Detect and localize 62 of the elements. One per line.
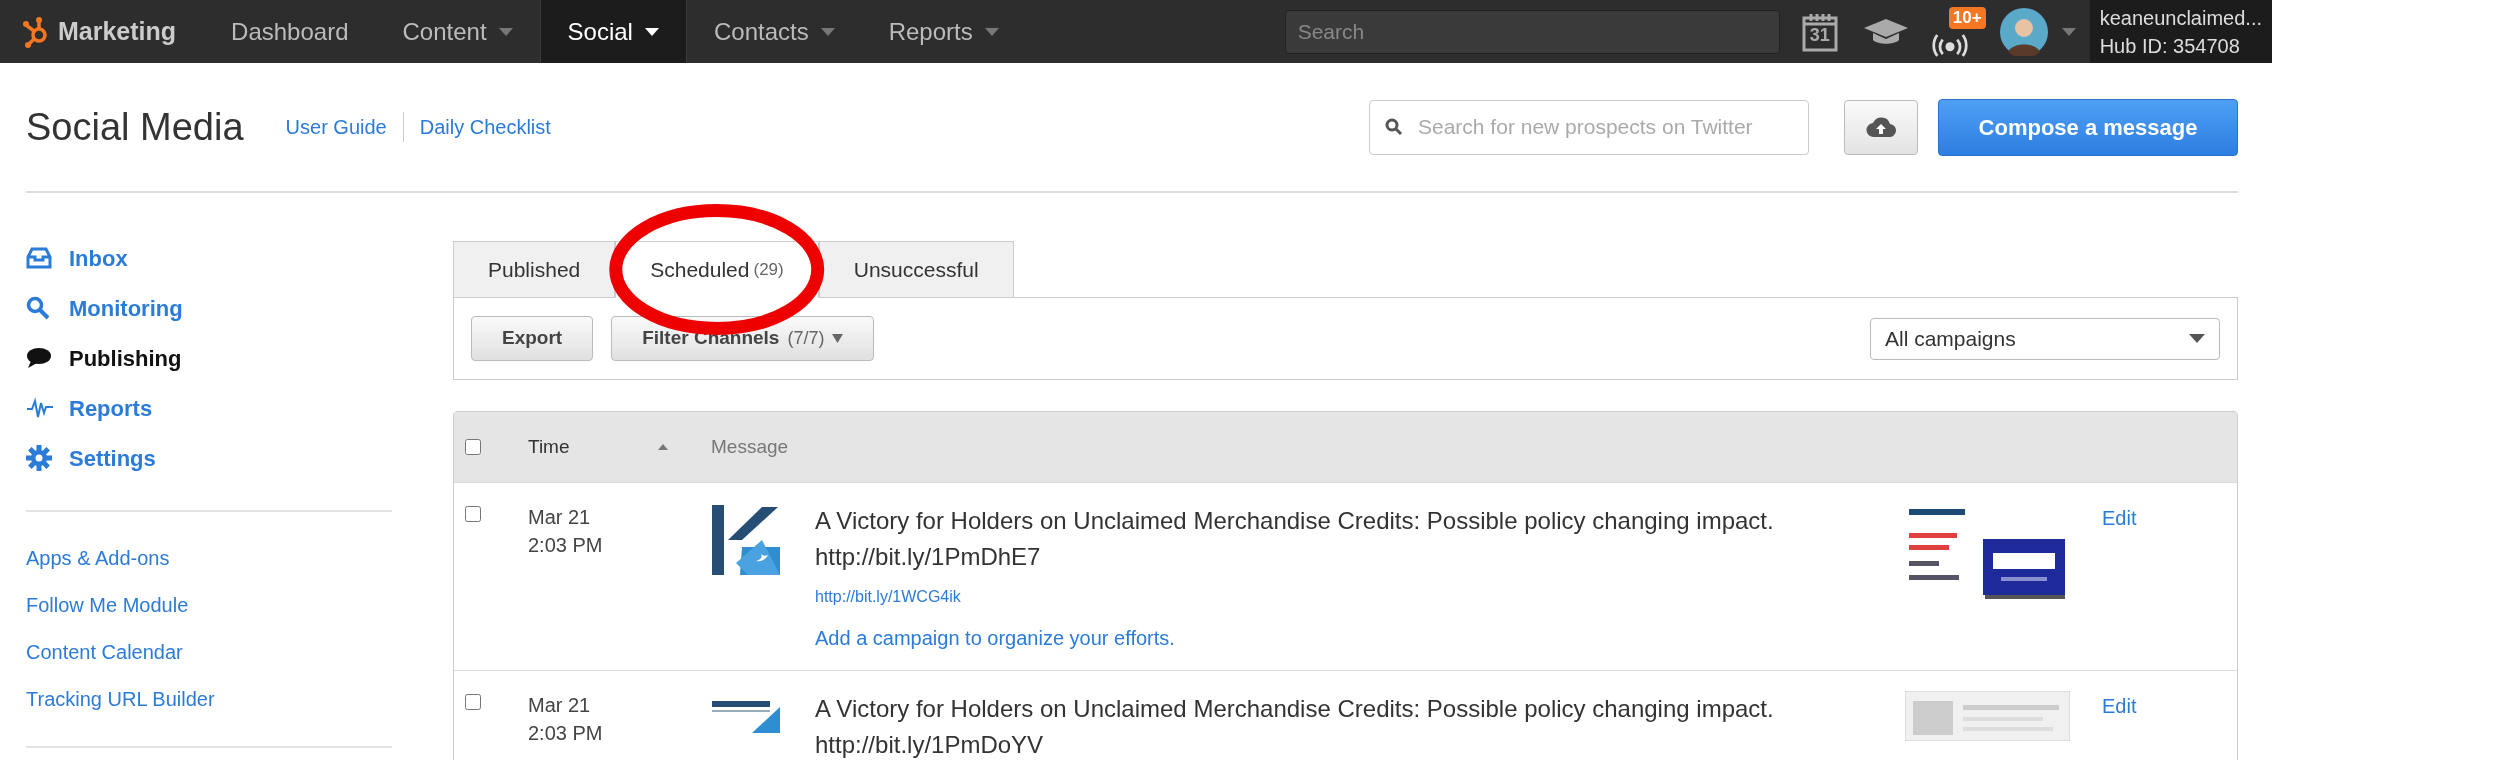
column-header[interactable]: Time [528,432,570,462]
time-text: 2:03 PM [528,533,604,558]
compose-button[interactable]: Compose a message [1938,98,2238,156]
date-text: Mar 21 [528,693,592,718]
search-icon [1385,118,1403,136]
nav-tab[interactable]: Dashboard [204,0,376,63]
edit-link[interactable]: Edit [2102,691,2137,721]
sidebar-link[interactable]: Tracking URL Builder [26,683,215,714]
sidebar-item[interactable]: Reports [26,383,392,433]
sprocket-logo-icon [22,15,50,48]
sort-arrow-icon[interactable] [658,444,668,450]
tab[interactable]: Unsuccessful [818,241,1014,298]
cloud-upload-icon [1866,116,1896,138]
nav-tab[interactable]: Content [375,0,540,63]
header-link[interactable]: Daily Checklist [402,112,567,142]
sidebar-link[interactable]: Follow Me Module [26,589,189,620]
message-text: A Victory for Holders on Unclaimed Merchandise Credits: Possible policy changing impact. http://bit.ly/1PmDhE7 [815,506,1775,572]
search-field[interactable]: Search [1284,9,1780,54]
hub-id: Hub ID: 354708 [2099,33,2241,59]
tab-count: (29) [753,258,784,281]
date-text: Mar 21 [528,505,592,530]
export-button[interactable]: Export [471,316,594,361]
edit-link[interactable]: Edit [2102,503,2137,533]
message-link[interactable]: http://bit.ly/1WCG4ik [815,585,961,609]
campaign-select[interactable]: All campaigns [1870,317,2220,360]
profile-logo-icon [712,505,780,575]
calendar-day: 31 [1801,25,1838,44]
tab[interactable]: Published [453,241,616,298]
caret-icon [2189,334,2205,343]
sidebar-link[interactable]: Apps & Add-ons [26,542,170,573]
message-text: A Victory for Holders on Unclaimed Merchandise Credits: Possible policy changing impact. http://bit.ly/1PmDoYV [815,694,1775,760]
sidebar-item[interactable]: Monitoring [26,283,392,333]
speech-bubble-icon [26,347,52,369]
sidebar-item[interactable]: Publishing [26,333,392,383]
twitter-search-field[interactable]: Search for new prospects on Twitter [1369,99,1809,155]
nav-tab[interactable]: Reports [861,0,1026,63]
search-icon [26,296,50,320]
header-link[interactable]: User Guide [269,112,403,142]
upload-button[interactable] [1844,99,1918,155]
pulse-icon [26,397,54,419]
user-name[interactable]: keaneunclaimed... [2099,3,2262,32]
checkbox[interactable] [465,439,481,455]
checkbox[interactable] [465,506,481,522]
page-title: Social Media [26,104,244,150]
settings-icon [26,445,52,471]
user-avatar[interactable] [1999,7,2048,56]
nav-tab[interactable]: Contacts [686,0,862,63]
sidebar-link[interactable]: Content Calendar [26,636,183,667]
sidebar-item[interactable]: Inbox [26,233,392,283]
caret-icon [2061,27,2076,36]
brand-link[interactable]: Marketing [0,0,205,63]
graduation-cap-icon[interactable] [1863,16,1908,47]
inbox-icon [26,247,52,269]
nav-tab[interactable]: Social [539,0,687,63]
sidebar-item[interactable]: Settings [26,433,392,483]
caret-icon [832,334,844,343]
checkbox[interactable] [465,694,481,710]
column-header[interactable]: Message [711,432,789,462]
broadcast-icon[interactable] [1929,32,1970,57]
time-text: 2:03 PM [528,721,604,746]
add-campaign-link[interactable]: Add a campaign to organize your efforts. [815,623,1175,653]
notification-badge: 10+ [1948,6,1986,29]
